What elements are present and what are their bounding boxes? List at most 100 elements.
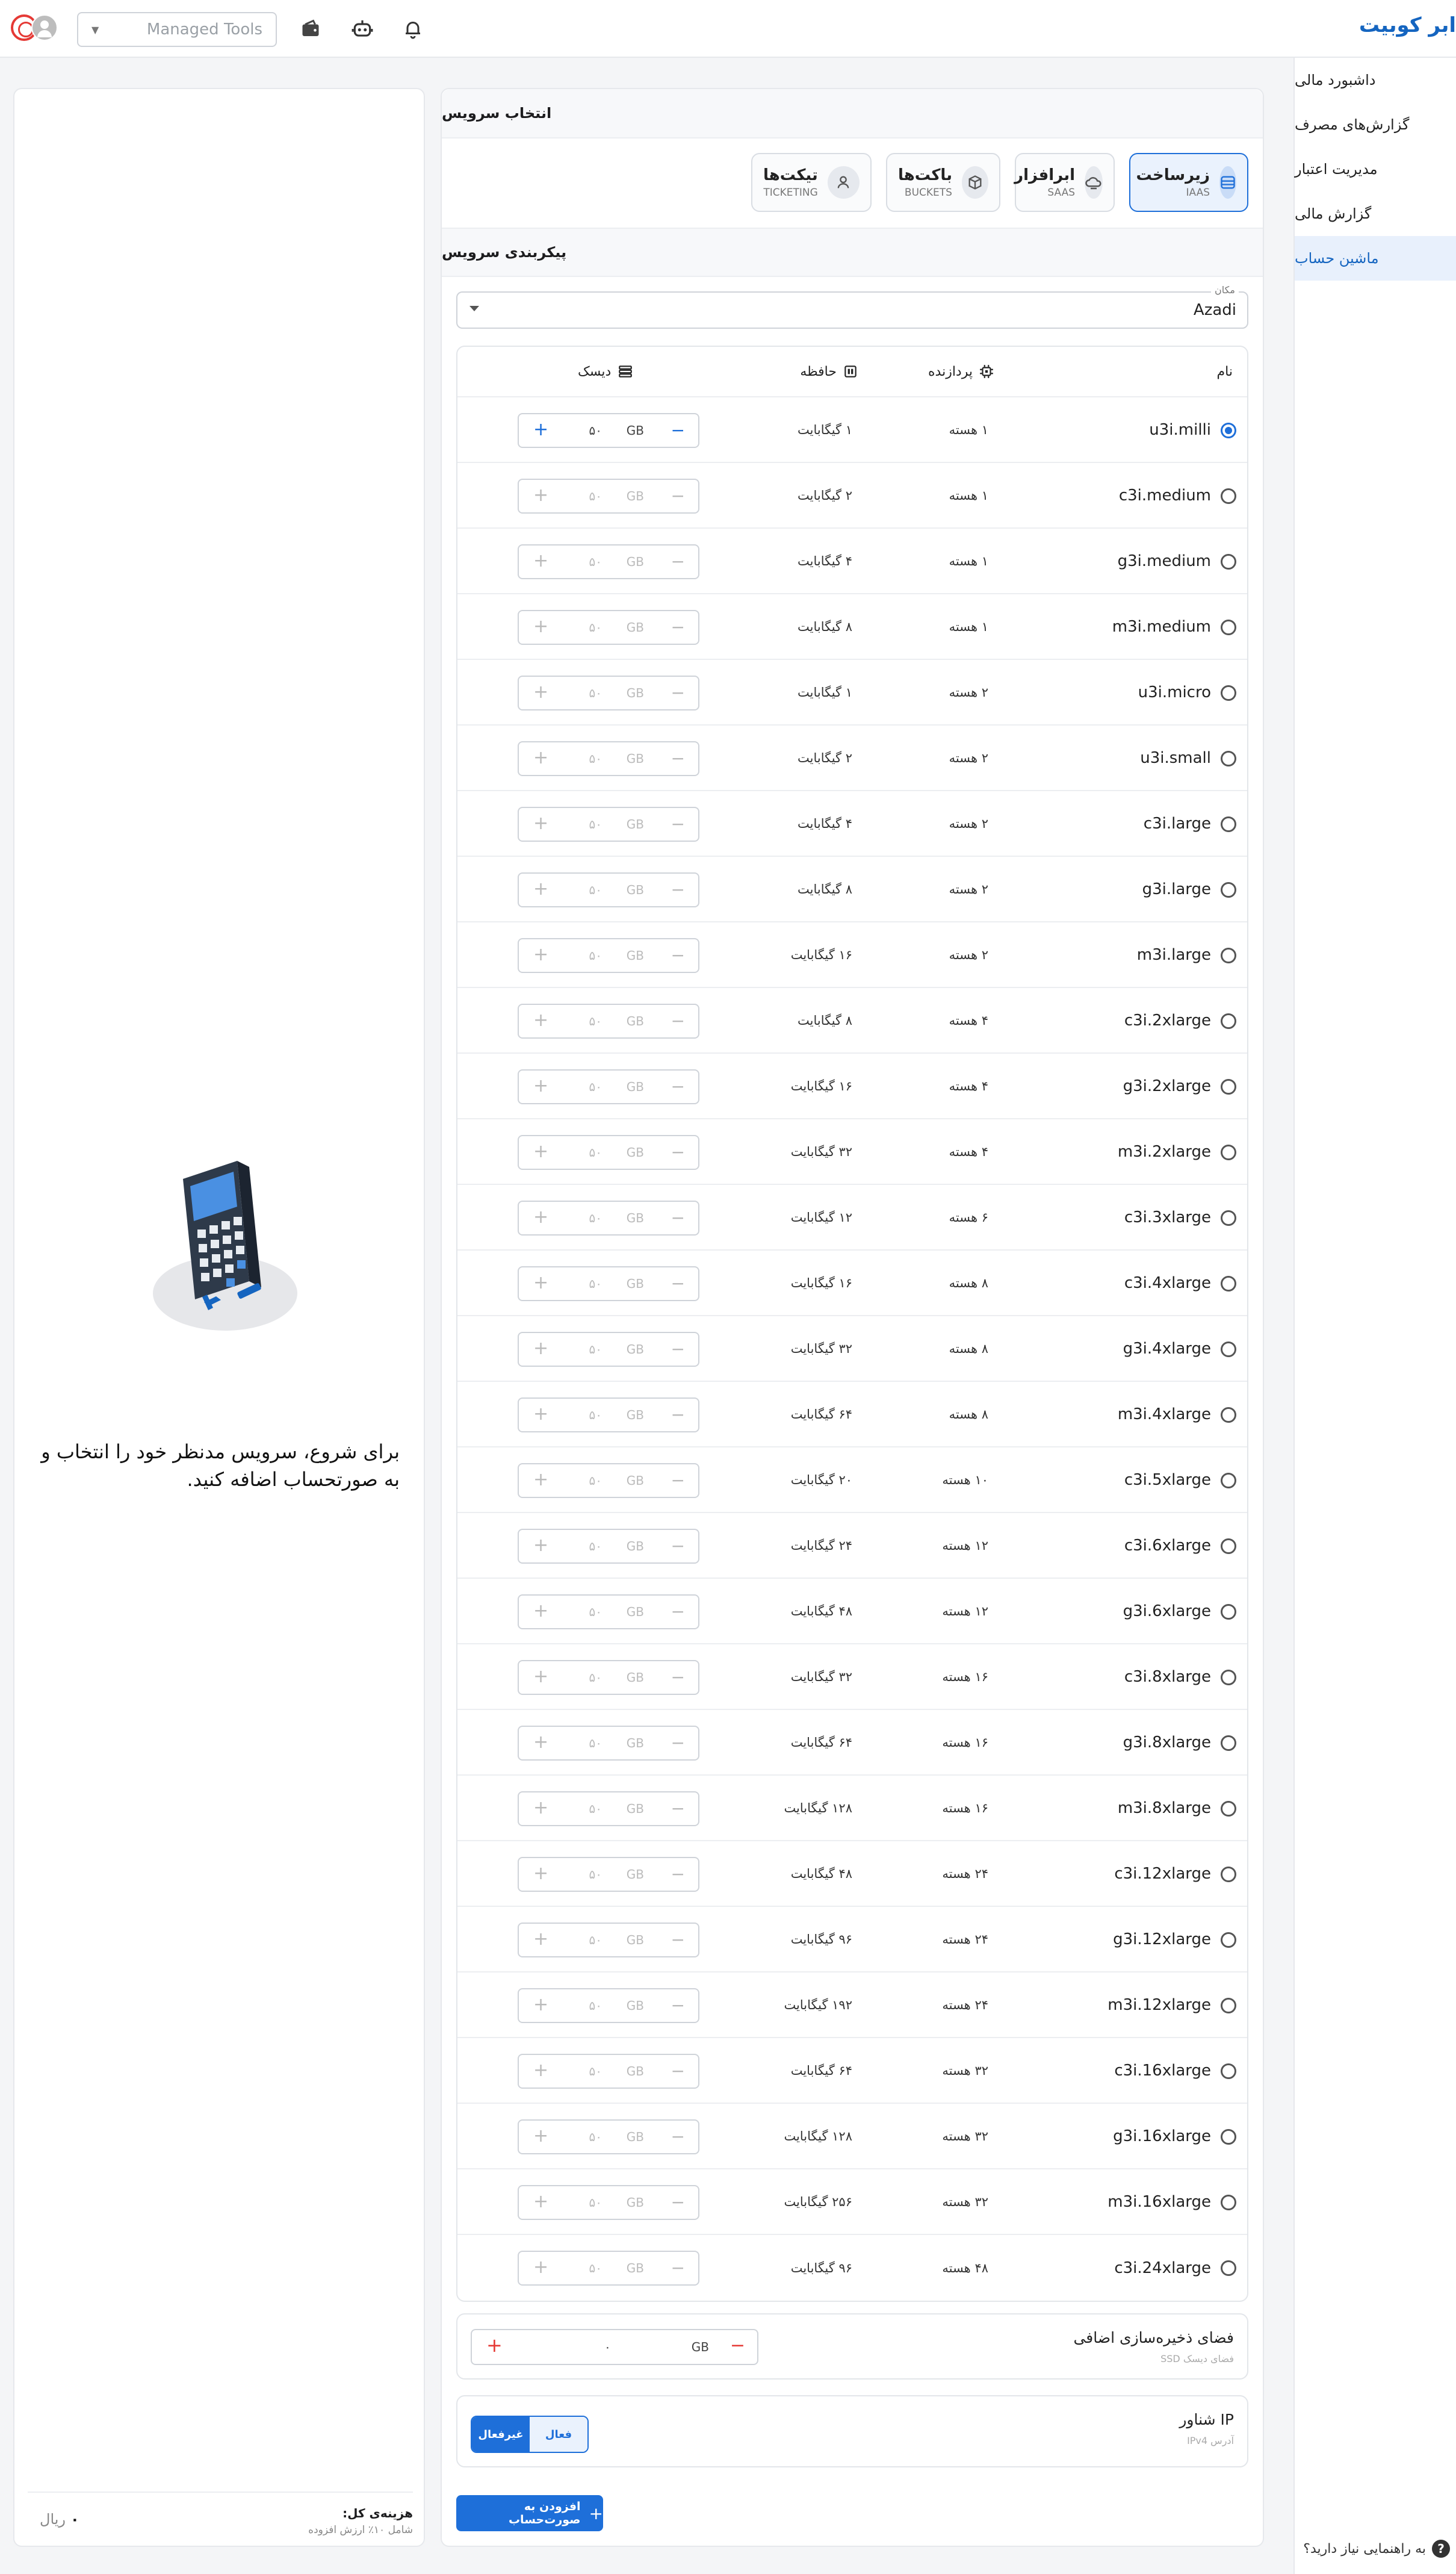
brand-logo[interactable]: ابر کوبیت xyxy=(1359,13,1456,37)
table-row[interactable]: c3i.5xlarge ۱۰ هسته ۲۰ گیگابایت − GB ۵۰ + xyxy=(457,1447,1247,1513)
disk-stepper[interactable]: − GB ۵۰ + xyxy=(518,2119,699,2154)
disk-stepper[interactable]: − GB ۵۰ + xyxy=(518,2054,699,2089)
disk-value[interactable]: ۵۰ xyxy=(589,1276,602,1291)
radio-button[interactable] xyxy=(1221,882,1236,898)
increment-button[interactable]: + xyxy=(533,682,548,703)
radio-button[interactable] xyxy=(1221,1473,1236,1488)
decrement-button[interactable]: − xyxy=(671,1470,685,1490)
decrement-button[interactable]: − xyxy=(730,2335,745,2356)
disk-value[interactable]: ۵۰ xyxy=(589,1539,602,1553)
radio-button[interactable] xyxy=(1221,1538,1236,1554)
decrement-button[interactable]: − xyxy=(671,1273,685,1293)
disk-stepper[interactable]: − GB ۵۰ + xyxy=(518,1397,699,1432)
decrement-button[interactable]: − xyxy=(671,1405,685,1425)
radio-button[interactable] xyxy=(1221,1210,1236,1226)
increment-button[interactable]: + xyxy=(533,1732,548,1753)
radio-button[interactable] xyxy=(1221,1998,1236,2013)
table-row[interactable]: g3i.medium ۱ هسته ۴ گیگابایت − GB ۵۰ + xyxy=(457,529,1247,594)
sidebar-item-credit-management[interactable]: مدیریت اعتبار xyxy=(1295,147,1456,191)
increment-button[interactable]: + xyxy=(533,550,548,571)
decrement-button[interactable]: − xyxy=(671,1798,685,1818)
disk-value[interactable]: ۵۰ xyxy=(589,817,602,832)
table-row[interactable]: c3i.4xlarge ۸ هسته ۱۶ گیگابایت − GB ۵۰ + xyxy=(457,1251,1247,1316)
disk-stepper[interactable]: − GB ۵۰ + xyxy=(518,413,699,448)
increment-button[interactable]: + xyxy=(533,1666,548,1687)
disk-stepper[interactable]: − GB ۵۰ + xyxy=(518,1791,699,1826)
disk-value[interactable]: ۵۰ xyxy=(589,883,602,897)
increment-button[interactable]: + xyxy=(533,1863,548,1884)
decrement-button[interactable]: − xyxy=(671,2127,685,2147)
radio-button[interactable] xyxy=(1221,1801,1236,1817)
table-row[interactable]: g3i.large ۲ هسته ۸ گیگابایت − GB ۵۰ + xyxy=(457,857,1247,922)
disk-stepper[interactable]: − GB ۵۰ + xyxy=(518,1332,699,1367)
disk-value[interactable]: ۵۰ xyxy=(589,1080,602,1094)
disk-stepper[interactable]: − GB ۵۰ + xyxy=(518,1069,699,1104)
table-row[interactable]: c3i.2xlarge ۴ هسته ۸ گیگابایت − GB ۵۰ + xyxy=(457,988,1247,1054)
radio-button[interactable] xyxy=(1221,2260,1236,2276)
table-row[interactable]: m3i.medium ۱ هسته ۸ گیگابایت − GB ۵۰ + xyxy=(457,594,1247,660)
sidebar-item-financial-report[interactable]: گزارش مالی xyxy=(1295,191,1456,236)
increment-button[interactable]: + xyxy=(486,2334,503,2357)
radio-button[interactable] xyxy=(1221,1407,1236,1423)
disk-stepper[interactable]: − GB ۵۰ + xyxy=(518,479,699,514)
category-card-ticketing[interactable]: تیکت‌ها TICKETING xyxy=(751,153,872,212)
disk-value[interactable]: ۵۰ xyxy=(589,1211,602,1225)
increment-button[interactable]: + xyxy=(533,1207,548,1228)
table-row[interactable]: m3i.2xlarge ۴ هسته ۳۲ گیگابایت − GB ۵۰ + xyxy=(457,1119,1247,1185)
decrement-button[interactable]: − xyxy=(671,748,685,768)
table-row[interactable]: c3i.8xlarge ۱۶ هسته ۳۲ گیگابایت − GB ۵۰ + xyxy=(457,1644,1247,1710)
radio-button[interactable] xyxy=(1221,2195,1236,2210)
disk-value[interactable]: ۵۰ xyxy=(589,1998,602,2013)
decrement-button[interactable]: − xyxy=(671,2192,685,2212)
table-row[interactable]: g3i.12xlarge ۲۴ هسته ۹۶ گیگابایت − GB ۵۰ + xyxy=(457,1907,1247,1972)
disk-stepper[interactable]: − GB ۵۰ + xyxy=(518,2251,699,2286)
radio-button[interactable] xyxy=(1221,948,1236,963)
decrement-button[interactable]: − xyxy=(671,1995,685,2015)
radio-button[interactable] xyxy=(1221,751,1236,766)
increment-button[interactable]: + xyxy=(533,1404,548,1425)
table-row[interactable]: g3i.16xlarge ۳۲ هسته ۱۲۸ گیگابایت − GB ۵۰ + xyxy=(457,2104,1247,2169)
table-row[interactable]: g3i.4xlarge ۸ هسته ۳۲ گیگابایت − GB ۵۰ + xyxy=(457,1316,1247,1382)
avatar[interactable] xyxy=(31,14,58,41)
disk-value[interactable]: ۵۰ xyxy=(589,948,602,963)
disk-value[interactable]: ۵۰ xyxy=(589,1145,602,1160)
category-card-saas[interactable]: ابرافزار SAAS xyxy=(1014,153,1115,212)
increment-button[interactable]: + xyxy=(533,1141,548,1162)
disk-value[interactable]: ۵۰ xyxy=(589,555,602,569)
table-row[interactable]: m3i.large ۲ هسته ۱۶ گیگابایت − GB ۵۰ + xyxy=(457,922,1247,988)
disk-stepper[interactable]: − GB ۵۰ + xyxy=(518,610,699,645)
increment-button[interactable]: + xyxy=(533,485,548,506)
disk-value[interactable]: ۵۰ xyxy=(589,1867,602,1882)
decrement-button[interactable]: − xyxy=(671,552,685,571)
decrement-button[interactable]: − xyxy=(671,2061,685,2081)
disk-stepper[interactable]: − GB ۵۰ + xyxy=(518,1266,699,1301)
disk-stepper[interactable]: − GB ۵۰ + xyxy=(518,1726,699,1761)
increment-button[interactable]: + xyxy=(533,2191,548,2212)
decrement-button[interactable]: − xyxy=(671,1536,685,1556)
disk-stepper[interactable]: − GB ۵۰ + xyxy=(518,1988,699,2023)
table-row[interactable]: m3i.8xlarge ۱۶ هسته ۱۲۸ گیگابایت − GB ۵۰ + xyxy=(457,1776,1247,1841)
disk-value[interactable]: ۵۰ xyxy=(589,2130,602,2144)
disk-stepper[interactable]: − GB ۵۰ + xyxy=(518,1857,699,1892)
disk-stepper[interactable]: − GB ۵۰ + xyxy=(518,544,699,579)
disk-stepper[interactable]: − GB ۵۰ + xyxy=(518,1529,699,1564)
sidebar-item-calculator[interactable]: ماشین حساب xyxy=(1295,236,1456,281)
increment-button[interactable]: + xyxy=(533,1272,548,1293)
increment-button[interactable]: + xyxy=(533,419,548,440)
table-row[interactable]: c3i.3xlarge ۶ هسته ۱۲ گیگابایت − GB ۵۰ + xyxy=(457,1185,1247,1251)
increment-button[interactable]: + xyxy=(533,1075,548,1096)
disk-stepper[interactable]: − GB ۵۰ + xyxy=(518,1594,699,1629)
decrement-button[interactable]: − xyxy=(671,1142,685,1162)
increment-button[interactable]: + xyxy=(533,813,548,834)
radio-button[interactable] xyxy=(1221,1670,1236,1685)
decrement-button[interactable]: − xyxy=(671,1011,685,1031)
managed-tools-select[interactable]: ▼ Managed Tools xyxy=(77,12,277,47)
radio-button[interactable] xyxy=(1221,554,1236,570)
disk-value[interactable]: ۵۰ xyxy=(589,686,602,700)
floating-ip-toggle[interactable]: غیرفعال فعال xyxy=(471,2416,589,2453)
decrement-button[interactable]: − xyxy=(671,683,685,703)
increment-button[interactable]: + xyxy=(533,1600,548,1621)
decrement-button[interactable]: − xyxy=(671,880,685,900)
decrement-button[interactable]: − xyxy=(671,1864,685,1884)
increment-button[interactable]: + xyxy=(533,1797,548,1818)
